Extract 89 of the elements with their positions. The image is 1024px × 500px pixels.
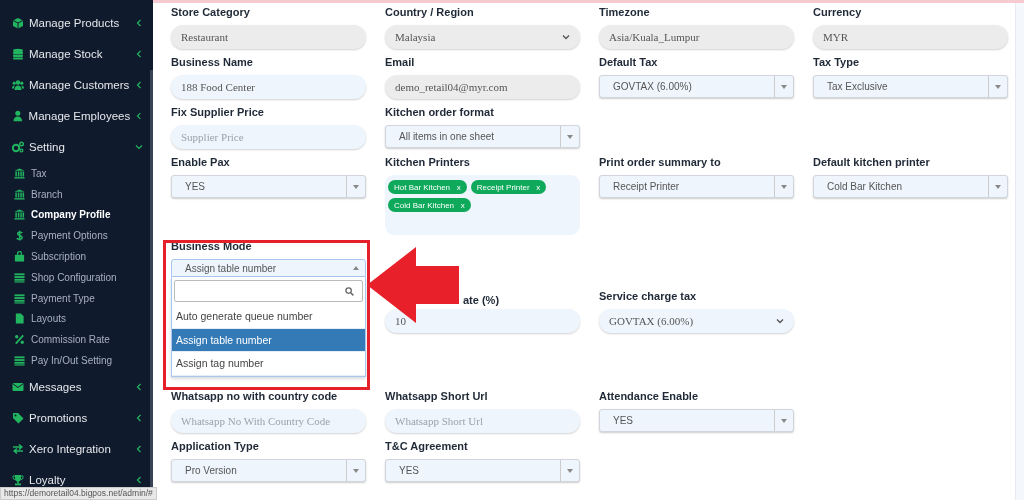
sidebar-item[interactable]: Manage Stock xyxy=(0,38,153,70)
field-label: Service charge tax xyxy=(599,290,698,304)
select-field[interactable]: GOVTAX (6.00%) xyxy=(599,75,794,98)
select-field[interactable]: Tax Exclusive xyxy=(813,75,1008,98)
dollar-icon xyxy=(14,230,25,242)
user-icon xyxy=(12,110,24,123)
search-icon xyxy=(345,286,354,296)
list-icon xyxy=(14,292,25,304)
list-icon xyxy=(14,271,25,283)
submenu-item[interactable]: Subscription xyxy=(0,246,153,267)
trophy-icon xyxy=(12,474,24,487)
select-field[interactable]: Cold Bar Kitchen xyxy=(813,175,1008,198)
field-label: Whatsapp Short Url xyxy=(385,390,489,404)
field-label: Business Name xyxy=(171,56,254,70)
select-field[interactable]: Pro Version xyxy=(171,459,366,482)
field-label: Timezone xyxy=(599,6,651,20)
bank-icon xyxy=(14,209,25,221)
chevron-down-icon xyxy=(562,34,570,40)
select-field[interactable]: Receipt Printer xyxy=(599,175,794,198)
file-icon xyxy=(14,313,25,325)
sidebar-item[interactable]: Xero Integration xyxy=(0,433,153,465)
field-label: Kitchen Printers xyxy=(385,156,471,170)
field-label: Kitchen order format xyxy=(385,106,495,120)
submenu-item[interactable]: Payment Type xyxy=(0,287,153,309)
caret-icon xyxy=(353,266,359,270)
bank-icon xyxy=(14,188,25,200)
select-field[interactable]: YES xyxy=(171,175,366,198)
input-field[interactable]: 188 Food Center xyxy=(171,75,366,99)
sidebar-item[interactable]: Manage Customers xyxy=(0,69,153,101)
field-label: Default Tax xyxy=(599,56,659,70)
submenu-item[interactable]: Branch xyxy=(0,183,153,205)
sidebar-item[interactable]: Promotions xyxy=(0,402,153,434)
dropdown-option[interactable]: Assign table number xyxy=(172,328,365,352)
caret-icon xyxy=(781,418,787,423)
dropdown-option[interactable]: Auto generate queue number xyxy=(172,305,365,329)
tag-icon xyxy=(12,411,24,424)
database-icon xyxy=(12,47,24,60)
select-field[interactable]: Assign table number xyxy=(171,259,366,277)
submenu-item[interactable]: Layouts xyxy=(0,308,153,330)
select-field[interactable]: YES xyxy=(599,409,794,432)
gears-icon xyxy=(12,141,24,154)
field-label: Country / Region xyxy=(385,6,475,20)
field-label: Email xyxy=(385,56,416,70)
caret-icon xyxy=(567,468,573,473)
arrows-icon xyxy=(12,442,24,455)
submenu-item[interactable]: Shop Configuration xyxy=(0,266,153,288)
box-icon xyxy=(12,16,24,29)
dropdown-option[interactable]: Assign tag number xyxy=(172,352,365,376)
field-label: Currency xyxy=(813,6,863,20)
sidebar-item[interactable]: Manage Employees xyxy=(0,100,153,132)
bag-icon xyxy=(14,251,25,262)
caret-icon xyxy=(353,468,359,473)
submenu-item[interactable]: Payment Options xyxy=(0,225,153,247)
chevron-down-icon xyxy=(776,318,784,324)
envelope-icon xyxy=(12,380,24,393)
field-label: Store Category xyxy=(171,6,251,20)
caret-icon xyxy=(781,184,787,189)
input-field[interactable]: 10 xyxy=(385,309,580,333)
sidebar-item[interactable]: Messages xyxy=(0,370,153,403)
field-label: Fix Supplier Price xyxy=(171,106,265,120)
search-field[interactable] xyxy=(174,280,363,302)
field-label: ate (%) xyxy=(463,294,500,308)
field-label: Application Type xyxy=(171,440,260,454)
caret-icon xyxy=(995,184,1001,189)
submenu-item[interactable]: Tax xyxy=(0,162,153,184)
select-field[interactable]: All items in one sheet xyxy=(385,125,580,148)
bank-icon xyxy=(14,167,25,179)
field-label: Attendance Enable xyxy=(599,390,700,404)
url-tooltip: https://demoretail04.bigpos.net/admin/# xyxy=(0,487,157,500)
select-field[interactable]: GOVTAX (6.00%) xyxy=(599,309,794,333)
field-label: Tax Type xyxy=(813,56,861,70)
submenu-item[interactable]: Commission Rate xyxy=(0,329,153,351)
percent-icon xyxy=(14,334,25,346)
list-icon xyxy=(14,355,25,366)
select-field[interactable]: YES xyxy=(385,459,580,482)
sidebar-item[interactable]: Manage Products xyxy=(0,7,153,39)
submenu-item[interactable]: Pay In/Out Setting xyxy=(0,350,153,371)
field-label: Print order summary to xyxy=(599,156,722,170)
field-label: Enable Pax xyxy=(171,156,231,170)
caret-icon xyxy=(567,134,573,139)
caret-icon xyxy=(781,84,787,89)
field-label: T&C Agreement xyxy=(385,440,469,454)
caret-icon xyxy=(353,184,359,189)
field-label: Whatsapp no with country code xyxy=(171,390,339,404)
caret-icon xyxy=(995,84,1001,89)
submenu-item[interactable]: Company Profile xyxy=(0,204,153,226)
field-label: Default kitchen printer xyxy=(813,156,931,170)
users-icon xyxy=(12,78,24,91)
sidebar-item[interactable]: Setting xyxy=(0,131,153,163)
